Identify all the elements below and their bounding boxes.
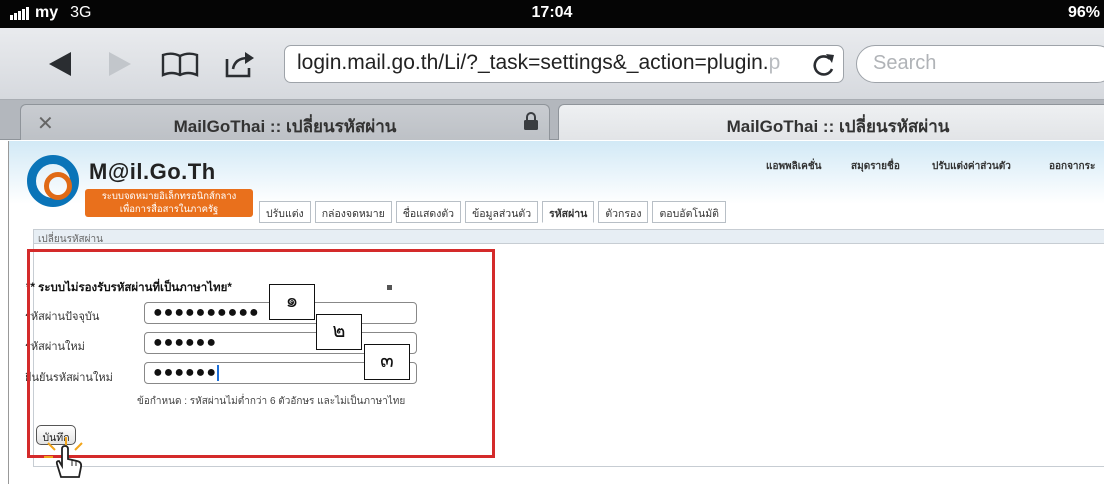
panel-header: เปลี่ยนรหัสผ่าน [34,230,1104,244]
bookmarks-book-icon [161,52,199,77]
topnav-settings[interactable]: ปรับแต่งค่าส่วนตัว [932,159,1011,174]
tab-filters[interactable]: ตัวกรอง [598,201,649,223]
site-logo[interactable]: M@il.Go.Th ระบบจดหมายอิเล็กทรอนิกส์กลาง … [27,149,267,223]
url-text: login.mail.go.th/Li/?_task=settings&_act… [297,51,769,74]
share-button[interactable] [220,46,260,82]
browser-tab-1[interactable]: ✕ MailGoThai :: เปลี่ยนรหัสผ่าน [20,104,550,140]
tab-title: MailGoThai :: เปลี่ยนรหัสผ่าน [173,117,397,136]
lock-icon [524,112,538,130]
browser-tab-2[interactable]: MailGoThai :: เปลี่ยนรหัสผ่าน [558,104,1104,140]
topnav-apps[interactable]: แอพพลิเคชั่น [766,159,822,174]
tab-folders[interactable]: กล่องจดหมาย [314,201,392,223]
back-button[interactable] [42,46,78,82]
settings-tabs: ปรับแต่ง กล่องจดหมาย ชื่อแสดงตัว ข้อมูลส… [259,199,730,225]
reload-button[interactable] [810,51,838,79]
tab-identities[interactable]: ชื่อแสดงตัว [395,201,462,223]
clock: 17:04 [531,4,573,21]
bookmarks-button[interactable] [158,46,202,82]
logo-tagline-line1: ระบบจดหมายอิเล็กทรอนิกส์กลาง [101,191,237,202]
address-bar[interactable]: login.mail.go.th/Li/?_task=settings&_act… [284,45,844,83]
tab-profile[interactable]: ข้อมูลส่วนตัว [465,201,539,223]
share-icon [225,52,254,78]
panel-title: เปลี่ยนรหัสผ่าน [38,234,103,244]
tab-title: MailGoThai :: เปลี่ยนรหัสผ่าน [726,117,950,136]
topnav-addressbook[interactable]: สมุดรายชื่อ [851,159,900,174]
site-header: M@il.Go.Th ระบบจดหมายอิเล็กทรอนิกส์กลาง … [9,141,1104,231]
logo-tagline: ระบบจดหมายอิเล็กทรอนิกส์กลาง เพื่อการสื่… [85,189,253,217]
back-arrow-icon [49,52,71,76]
at-sign-logo-icon [27,155,79,207]
logo-tagline-line2: เพื่อการสื่อสารในภาครัฐ [119,204,219,215]
battery-level: 96% [1067,4,1100,21]
forward-button[interactable] [102,46,138,82]
tab-preferences[interactable]: ปรับแต่ง [259,201,311,223]
topnav-logout[interactable]: ออกจากระ [1049,159,1095,174]
logo-name: M@il.Go.Th [89,159,216,184]
url-overflow-text: p [768,51,781,74]
browser-toolbar: login.mail.go.th/Li/?_task=settings&_act… [0,28,1104,100]
highlight-box [27,249,495,458]
status-bar: my 3G 17:04 96% [0,0,1104,28]
tab-autoreply[interactable]: ตอบอัตโนมัติ [652,201,726,223]
search-field[interactable]: Search [856,45,1104,83]
forward-arrow-icon [109,52,131,76]
search-placeholder: Search [873,52,937,74]
tab-password[interactable]: รหัสผ่าน [542,201,595,223]
tap-hand-icon [44,437,83,478]
browser-tab-strip: ✕ MailGoThai :: เปลี่ยนรหัสผ่าน MailGoTh… [0,100,1104,140]
reload-icon [813,54,834,76]
